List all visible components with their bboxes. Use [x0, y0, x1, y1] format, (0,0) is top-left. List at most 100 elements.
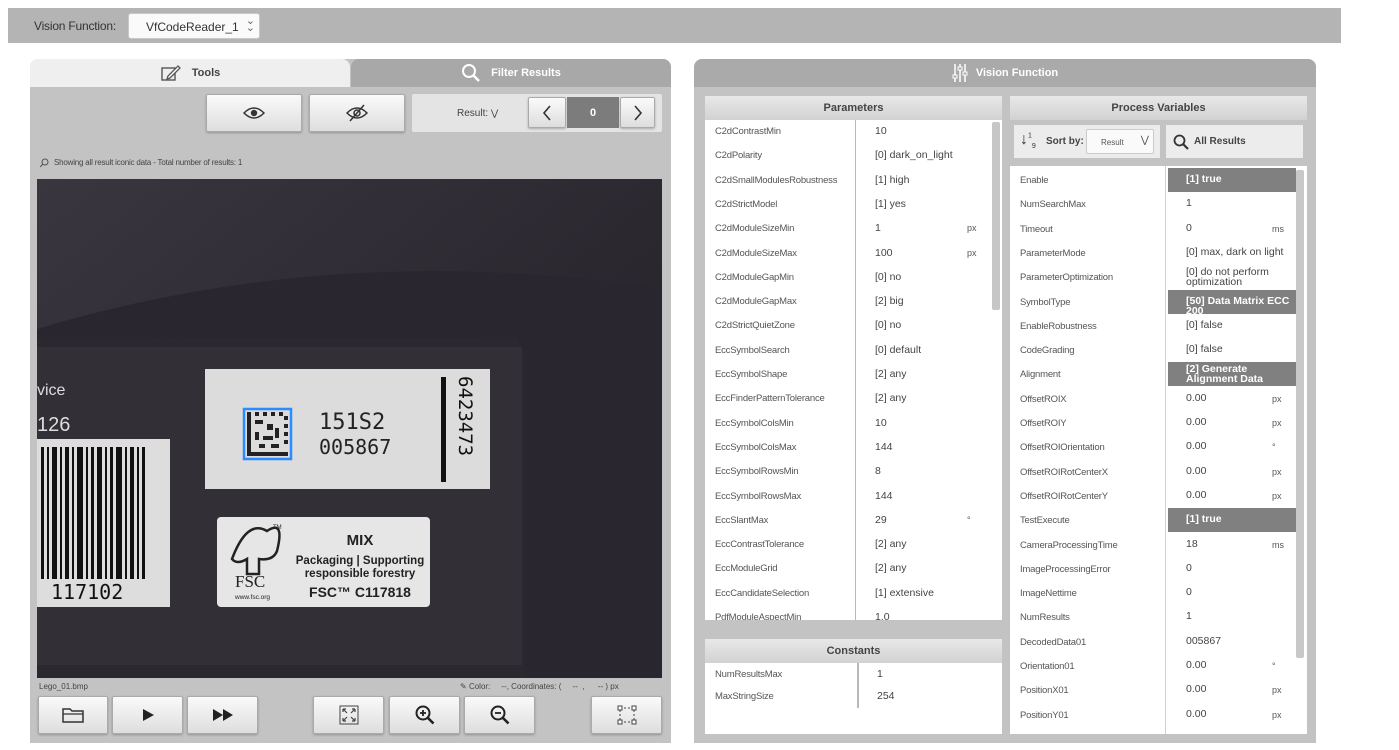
zoom-out-icon [490, 705, 509, 725]
variable-name: EnableRobustness [1020, 320, 1097, 332]
parameter-value: 29 [875, 513, 887, 526]
table-row[interactable]: C2dModuleSizeMin 1 px [705, 217, 990, 241]
zoom-out-button[interactable] [464, 696, 535, 734]
constant-name: MaxStringSize [715, 691, 774, 702]
fit-to-window-button[interactable] [313, 696, 384, 734]
folder-icon [62, 708, 84, 723]
camera-image[interactable]: 117102 vice 126 151S2 005867 6423473 FSC… [37, 179, 662, 678]
sort-select[interactable]: Result ⋁ [1086, 129, 1154, 154]
parameter-name: EccSymbolColsMax [715, 441, 797, 453]
table-row[interactable]: C2dStrictModel [1] yes [705, 193, 990, 217]
table-row[interactable]: EccSymbolColsMax 144 [705, 436, 990, 460]
result-label[interactable]: Result: ⋁ [457, 108, 498, 119]
parameter-value: [0] default [875, 343, 922, 356]
variables-scrollbar[interactable] [1296, 170, 1304, 658]
table-row[interactable]: TestExecute [1] true [1010, 508, 1296, 533]
variable-value: 0 [1186, 561, 1192, 574]
table-row[interactable]: PositionY01 0.00 px [1010, 703, 1296, 727]
results-search[interactable]: All Results [1166, 125, 1303, 158]
zoom-in-button[interactable] [389, 696, 460, 734]
table-row[interactable]: ImageNettime 0 [1010, 581, 1296, 605]
table-row[interactable]: Orientation01 0.00 ° [1010, 654, 1296, 678]
result-index[interactable]: 0 [567, 97, 619, 128]
vision-function-select[interactable]: VfCodeReader_1 ⌄ ⌄ [128, 13, 260, 39]
table-row[interactable]: EccContrastTolerance [2] any [705, 533, 990, 557]
table-row[interactable]: NumSearchMax 1 [1010, 192, 1296, 216]
table-row[interactable]: PdfModuleAspectMin 1.0 [705, 606, 990, 620]
table-row[interactable]: OffsetROIRotCenterY 0.00 px [1010, 484, 1296, 508]
table-row[interactable]: C2dStrictQuietZone [0] no [705, 314, 990, 338]
table-row[interactable]: OffsetROIOrientation 0.00 ° [1010, 435, 1296, 459]
variable-name: CodeGrading [1020, 345, 1075, 357]
table-row[interactable]: ParameterOptimization [0] do not perform … [1010, 265, 1296, 289]
table-row[interactable]: NumResults 1 [1010, 605, 1296, 629]
variable-value: [0] false [1186, 318, 1223, 331]
table-row[interactable]: EccFinderPatternTolerance [2] any [705, 387, 990, 411]
table-row[interactable]: EccSymbolColsMin 10 [705, 412, 990, 436]
table-row[interactable]: CameraProcessingTime 18 ms [1010, 533, 1296, 557]
variable-name: Timeout [1020, 223, 1053, 235]
constants-header: Constants [705, 639, 1002, 663]
play-button[interactable] [112, 696, 183, 734]
table-row[interactable]: ParameterMode [0] max, dark on light [1010, 241, 1296, 265]
table-row[interactable]: OffsetROIY 0.00 px [1010, 411, 1296, 435]
table-row[interactable]: OffsetROIRotCenterX 0.00 px [1010, 460, 1296, 484]
vision-function-value: VfCodeReader_1 [146, 20, 239, 34]
parameter-name: C2dModuleGapMin [715, 271, 794, 283]
table-row[interactable]: CodeGrading [0] false [1010, 338, 1296, 362]
list-item[interactable]: NumResultsMax 1 [705, 663, 990, 687]
table-row[interactable]: ImageProcessingError 0 [1010, 557, 1296, 581]
next-result-button[interactable] [620, 97, 655, 128]
table-row[interactable]: C2dModuleGapMax [2] big [705, 290, 990, 314]
variable-name: OffsetROIRotCenterX [1020, 466, 1108, 478]
table-row[interactable]: EccSymbolShape [2] any [705, 363, 990, 387]
table-row[interactable]: SymbolType [50] Data Matrix ECC 200 [1010, 289, 1296, 316]
parameter-value: [0] dark_on_light [875, 149, 953, 162]
select-region-button[interactable] [591, 696, 662, 734]
table-row[interactable]: PositionX01 0.00 px [1010, 678, 1296, 702]
tab-filter-results[interactable]: Filter Results [351, 59, 671, 87]
table-row[interactable]: C2dContrastMin 10 [705, 120, 990, 144]
label-code-1: 151S2 [319, 410, 385, 435]
table-row[interactable]: Timeout 0 ms [1010, 217, 1296, 241]
variable-unit: px [1272, 466, 1282, 477]
table-row[interactable]: OffsetROIX 0.00 px [1010, 387, 1296, 411]
sliders-icon [952, 64, 968, 82]
tab-tools[interactable]: Tools [30, 59, 350, 87]
variable-name: NumSearchMax [1020, 199, 1086, 211]
partial-number: 126 [37, 414, 70, 436]
process-variables-list[interactable]: Enable [1] true NumSearchMax 1 Timeout 0 ms Par… [1010, 166, 1307, 734]
expand-icon [339, 705, 358, 725]
table-row[interactable]: EnableRobustness [0] false [1010, 314, 1296, 338]
parameter-name: EccSlantMax [715, 514, 769, 526]
table-row[interactable]: C2dPolarity [0] dark_on_light [705, 144, 990, 168]
variable-name: Orientation01 [1020, 661, 1075, 672]
table-row[interactable]: Enable [1] true [1010, 168, 1296, 192]
table-row[interactable]: EccSymbolRowsMax 144 [705, 485, 990, 509]
partial-word: vice [37, 382, 66, 399]
variable-value: [1] true [1168, 508, 1296, 533]
show-results-button[interactable] [206, 94, 302, 132]
table-row[interactable]: EccSymbolSearch [0] default [705, 339, 990, 363]
table-row[interactable]: EccCandidateSelection [1] extensive [705, 582, 990, 606]
table-row[interactable]: DecodedData01 005867 [1010, 630, 1296, 654]
table-row[interactable]: C2dSmallModulesRobustness [1] high [705, 169, 990, 193]
parameter-name: EccModuleGrid [715, 563, 778, 575]
table-row[interactable]: EccModuleGrid [2] any [705, 557, 990, 581]
image-filename: Lego_01.bmp [39, 682, 88, 691]
hide-results-button[interactable] [309, 94, 405, 132]
parameters-scrollbar[interactable] [992, 122, 1000, 310]
parameters-list[interactable]: C2dContrastMin 10 C2dPolarity [0] dark_on_l… [705, 120, 1002, 620]
table-row[interactable]: C2dModuleSizeMax 100 px [705, 242, 990, 266]
table-row[interactable]: EccSlantMax 29 ° [705, 509, 990, 533]
parameter-value: [0] no [875, 270, 902, 283]
list-item[interactable]: MaxStringSize 254 [705, 685, 990, 709]
parameter-unit: px [967, 223, 977, 234]
table-row[interactable]: C2dModuleGapMin [0] no [705, 266, 990, 290]
table-row[interactable]: Alignment [2] Generate Alignment Data [1010, 362, 1296, 387]
open-file-button[interactable] [38, 696, 108, 734]
fast-forward-button[interactable] [187, 696, 258, 734]
previous-result-button[interactable] [528, 97, 566, 128]
table-row[interactable]: EccSymbolRowsMin 8 [705, 460, 990, 484]
vision-function-title: Vision Function [694, 59, 1316, 87]
